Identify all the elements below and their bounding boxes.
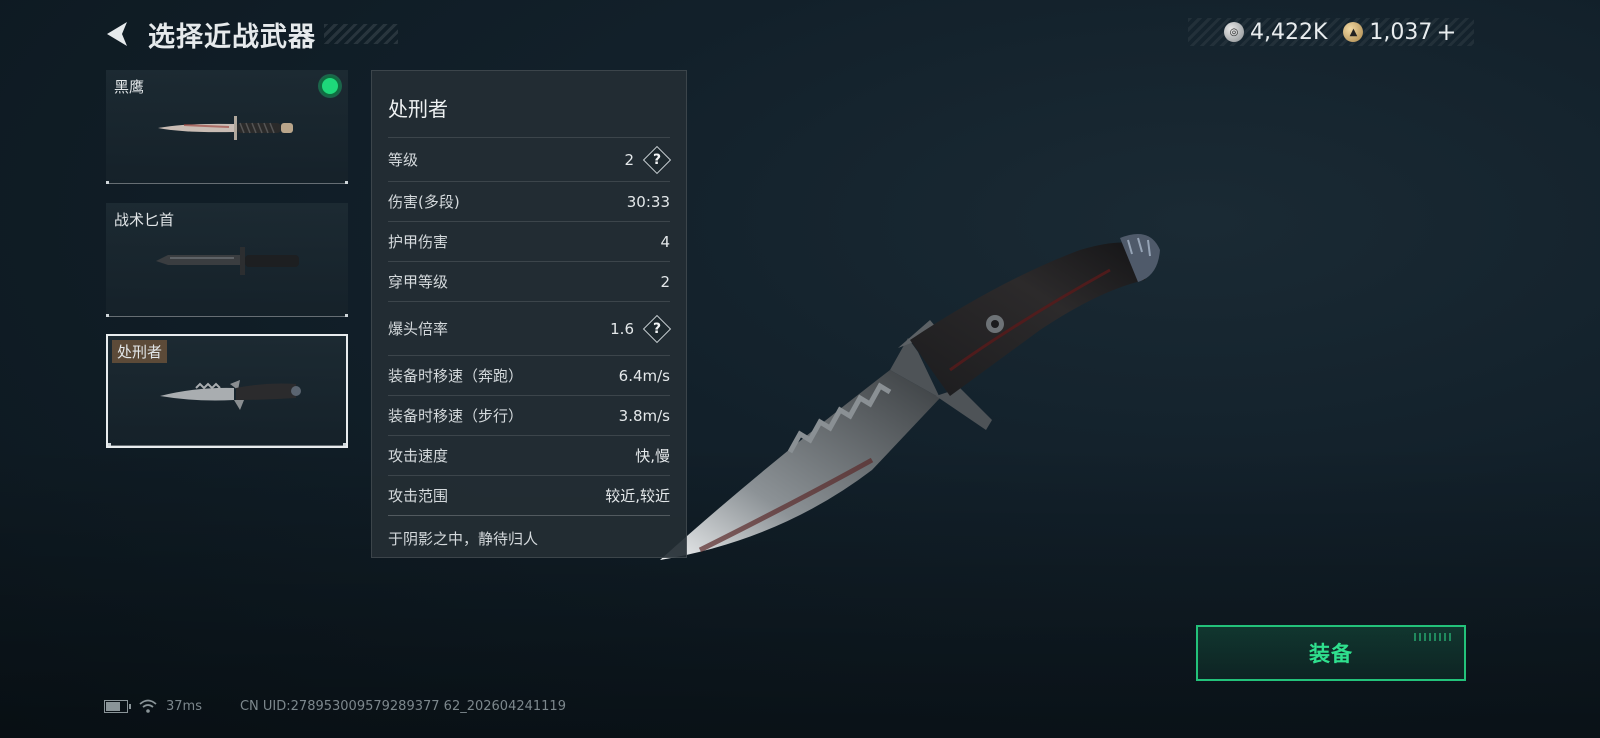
wifi-icon bbox=[139, 699, 157, 713]
stat-label: 装备时移速（奔跑） bbox=[388, 367, 524, 385]
currency-bar: ◎ 4,422K ▲ 1,037 + bbox=[1188, 18, 1474, 46]
stat-row-armor-damage: 护甲伤害 4 bbox=[388, 221, 670, 261]
stat-label: 爆头倍率 bbox=[388, 320, 449, 338]
stat-row-damage: 伤害(多段) 30:33 bbox=[388, 181, 670, 221]
stat-value: 4 bbox=[660, 232, 670, 251]
stat-row-run-speed: 装备时移速（奔跑） 6.4m/s bbox=[388, 355, 670, 395]
stat-value: 2 bbox=[624, 150, 634, 169]
stat-label: 等级 bbox=[388, 151, 419, 169]
equipped-indicator bbox=[320, 76, 340, 96]
weapon-name: 处刑者 bbox=[112, 340, 168, 363]
stat-label: 穿甲等级 bbox=[388, 273, 449, 291]
silver-coin-icon: ◎ bbox=[1224, 22, 1244, 42]
stat-value: 较近,较近 bbox=[605, 487, 670, 505]
back-arrow-icon bbox=[107, 22, 127, 46]
stat-row-level: 等级 2 ? bbox=[388, 137, 670, 181]
back-button[interactable] bbox=[100, 17, 134, 51]
silver-amount: 4,422K bbox=[1250, 19, 1328, 45]
header: 选择近战武器 bbox=[100, 14, 398, 54]
weapon-description: 于阴影之中，静待归人 bbox=[388, 515, 670, 560]
blackhawk-knife-image bbox=[158, 116, 293, 140]
help-icon[interactable]: ? bbox=[644, 316, 670, 342]
equip-button-label: 装备 bbox=[1309, 642, 1353, 666]
stat-value: 3.8m/s bbox=[618, 406, 670, 425]
battery-icon bbox=[104, 699, 131, 713]
stat-row-walk-speed: 装备时移速（步行） 3.8m/s bbox=[388, 395, 670, 435]
stat-row-attack-range: 攻击范围 较近,较近 bbox=[388, 475, 670, 515]
stat-label: 伤害(多段) bbox=[388, 193, 460, 211]
tactical-dagger-image bbox=[156, 247, 299, 275]
stat-label: 护甲伤害 bbox=[388, 233, 449, 251]
stats-list: 等级 2 ? 伤害(多段) 30:33 护甲伤害 4 穿甲等级 2 爆头倍率 1… bbox=[388, 137, 670, 560]
executioner-knife-image bbox=[160, 380, 301, 410]
add-currency-button[interactable]: + bbox=[1436, 18, 1456, 46]
weapon-card-tactical-dagger[interactable]: 战术匕首 bbox=[106, 203, 348, 317]
stat-row-penetration: 穿甲等级 2 bbox=[388, 261, 670, 301]
gold-coin-icon: ▲ bbox=[1343, 22, 1364, 42]
gold-amount: 1,037 bbox=[1369, 19, 1433, 45]
stat-label: 攻击范围 bbox=[388, 487, 449, 505]
ping-value: 37ms bbox=[166, 698, 202, 714]
status-bar: 37ms CN UID:278953009579289377 62_202604… bbox=[104, 696, 566, 716]
weapon-name: 战术匕首 bbox=[114, 211, 175, 229]
stats-title: 处刑者 bbox=[388, 97, 448, 121]
stat-value: 快,慢 bbox=[635, 447, 670, 465]
stat-label: 攻击速度 bbox=[388, 447, 449, 465]
weapon-name: 黑鹰 bbox=[114, 78, 145, 96]
help-icon[interactable]: ? bbox=[644, 147, 670, 173]
weapon-card-executioner[interactable]: 处刑者 bbox=[106, 334, 348, 448]
stat-row-headshot: 爆头倍率 1.6 ? bbox=[388, 301, 670, 355]
weapon-stats-panel: 处刑者 等级 2 ? 伤害(多段) 30:33 护甲伤害 4 穿甲等级 2 爆头… bbox=[371, 70, 687, 558]
title-decoration bbox=[324, 24, 398, 44]
stat-value: 6.4m/s bbox=[618, 366, 670, 385]
executioner-knife-preview bbox=[660, 234, 1160, 560]
stat-value: 2 bbox=[660, 272, 670, 291]
stat-value: 1.6 bbox=[610, 319, 634, 338]
stat-value: 30:33 bbox=[626, 192, 670, 211]
weapon-card-blackhawk[interactable]: 黑鹰 bbox=[106, 70, 348, 184]
stat-row-attack-speed: 攻击速度 快,慢 bbox=[388, 435, 670, 475]
page-title: 选择近战武器 bbox=[148, 21, 316, 53]
user-uid: CN UID:278953009579289377 62_20260424111… bbox=[239, 698, 566, 714]
equip-button[interactable]: 装备 bbox=[1196, 625, 1466, 681]
button-decoration bbox=[1414, 633, 1454, 641]
stat-label: 装备时移速（步行） bbox=[388, 407, 524, 425]
